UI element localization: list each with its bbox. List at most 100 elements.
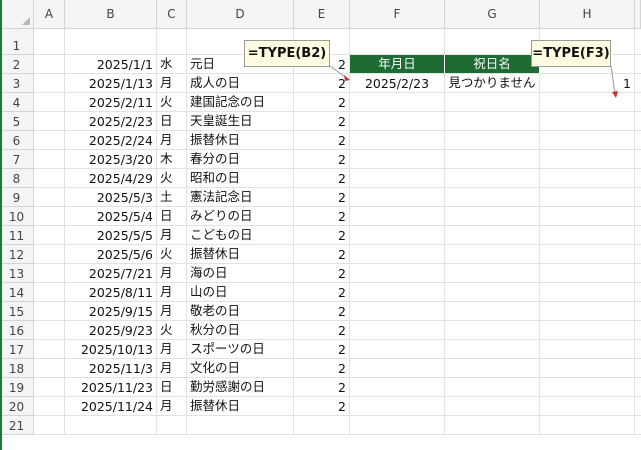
cell[interactable] — [540, 283, 635, 302]
cell[interactable] — [34, 321, 65, 340]
cell[interactable] — [445, 150, 540, 169]
column-header[interactable]: B — [65, 0, 157, 29]
row-header[interactable]: 6 — [0, 131, 34, 150]
column-header[interactable]: E — [294, 0, 350, 29]
type-result-cell[interactable]: 2 — [294, 169, 350, 188]
cell[interactable] — [540, 150, 635, 169]
cell[interactable] — [445, 283, 540, 302]
cell[interactable] — [350, 264, 445, 283]
cell[interactable] — [540, 188, 635, 207]
column-header[interactable]: A — [34, 0, 65, 29]
cell[interactable] — [350, 29, 445, 55]
holiday-name-cell[interactable]: 振替休日 — [187, 397, 294, 416]
cell[interactable] — [445, 264, 540, 283]
cell[interactable] — [540, 207, 635, 226]
cell[interactable] — [350, 150, 445, 169]
type-result-cell[interactable]: 2 — [294, 131, 350, 150]
cell[interactable] — [350, 169, 445, 188]
date-cell[interactable]: 2025/4/29 — [65, 169, 157, 188]
row-header[interactable]: 13 — [0, 264, 34, 283]
date-cell[interactable]: 2025/2/11 — [65, 93, 157, 112]
cell[interactable] — [157, 416, 187, 435]
cell[interactable] — [350, 188, 445, 207]
cell[interactable] — [350, 283, 445, 302]
cell[interactable] — [34, 359, 65, 378]
date-cell[interactable]: 2025/9/23 — [65, 321, 157, 340]
cell[interactable] — [540, 397, 635, 416]
cell[interactable] — [445, 416, 540, 435]
date-cell[interactable]: 2025/9/15 — [65, 302, 157, 321]
row-header[interactable]: 7 — [0, 150, 34, 169]
column-header[interactable]: D — [187, 0, 294, 29]
cell[interactable] — [540, 340, 635, 359]
cell[interactable] — [65, 29, 157, 55]
cell[interactable] — [445, 93, 540, 112]
date-cell[interactable]: 2025/1/1 — [65, 55, 157, 74]
row-header[interactable]: 5 — [0, 112, 34, 131]
row-header[interactable]: 12 — [0, 245, 34, 264]
cell[interactable] — [294, 416, 350, 435]
cell[interactable] — [34, 93, 65, 112]
row-header[interactable]: 4 — [0, 93, 34, 112]
cell[interactable] — [157, 29, 187, 55]
cell[interactable] — [540, 93, 635, 112]
type-result-cell[interactable]: 2 — [294, 340, 350, 359]
cell[interactable] — [540, 359, 635, 378]
row-header[interactable]: 19 — [0, 378, 34, 397]
date-cell[interactable]: 2025/5/4 — [65, 207, 157, 226]
cell[interactable] — [34, 169, 65, 188]
row-header[interactable]: 10 — [0, 207, 34, 226]
cell[interactable] — [34, 74, 65, 93]
date-cell[interactable]: 2025/5/5 — [65, 226, 157, 245]
date-cell[interactable]: 2025/8/11 — [65, 283, 157, 302]
cell[interactable] — [445, 226, 540, 245]
cell[interactable] — [34, 378, 65, 397]
type-result-cell[interactable]: 2 — [294, 226, 350, 245]
row-header[interactable]: 2 — [0, 55, 34, 74]
date-cell[interactable]: 2025/3/20 — [65, 150, 157, 169]
type-result-cell[interactable]: 2 — [294, 93, 350, 112]
date-cell[interactable]: 2025/11/3 — [65, 359, 157, 378]
cell[interactable] — [350, 378, 445, 397]
type-result-cell[interactable]: 2 — [294, 397, 350, 416]
type-result-cell[interactable]: 2 — [294, 245, 350, 264]
cell[interactable] — [540, 321, 635, 340]
date-cell[interactable]: 2025/5/3 — [65, 188, 157, 207]
column-header[interactable]: H — [540, 0, 635, 29]
cell[interactable] — [445, 321, 540, 340]
cell[interactable] — [445, 207, 540, 226]
date-cell[interactable]: 2025/11/23 — [65, 378, 157, 397]
cell[interactable] — [540, 131, 635, 150]
spreadsheet-grid[interactable]: A B C D E F G H 1 2 3 4 5 6 7 8 9 10 11 12 13 14 15 16 17 18 19 20 2… — [0, 0, 641, 450]
cell[interactable] — [445, 245, 540, 264]
cell[interactable] — [34, 226, 65, 245]
type-result-cell[interactable]: 2 — [294, 302, 350, 321]
type-result-cell[interactable]: 2 — [294, 74, 350, 93]
row-header[interactable]: 14 — [0, 283, 34, 302]
cell[interactable] — [34, 340, 65, 359]
cell[interactable] — [350, 340, 445, 359]
cell[interactable] — [350, 207, 445, 226]
cell[interactable] — [445, 188, 540, 207]
cell[interactable] — [34, 264, 65, 283]
row-header[interactable]: 15 — [0, 302, 34, 321]
type-result-cell[interactable]: 2 — [294, 188, 350, 207]
type-result-cell[interactable]: 2 — [294, 150, 350, 169]
cell[interactable] — [34, 397, 65, 416]
cell[interactable] — [540, 302, 635, 321]
cell[interactable] — [34, 188, 65, 207]
cell[interactable] — [445, 378, 540, 397]
cell[interactable] — [350, 397, 445, 416]
column-header[interactable]: F — [350, 0, 445, 29]
cell[interactable] — [445, 169, 540, 188]
cell[interactable] — [540, 416, 635, 435]
cell[interactable] — [350, 226, 445, 245]
cell[interactable] — [445, 359, 540, 378]
cell[interactable] — [65, 416, 157, 435]
date-cell[interactable]: 2025/2/23 — [65, 112, 157, 131]
column-header[interactable]: G — [445, 0, 540, 29]
cell[interactable] — [350, 321, 445, 340]
row-header[interactable]: 3 — [0, 74, 34, 93]
cell[interactable] — [350, 302, 445, 321]
type-result-cell[interactable]: 2 — [294, 207, 350, 226]
